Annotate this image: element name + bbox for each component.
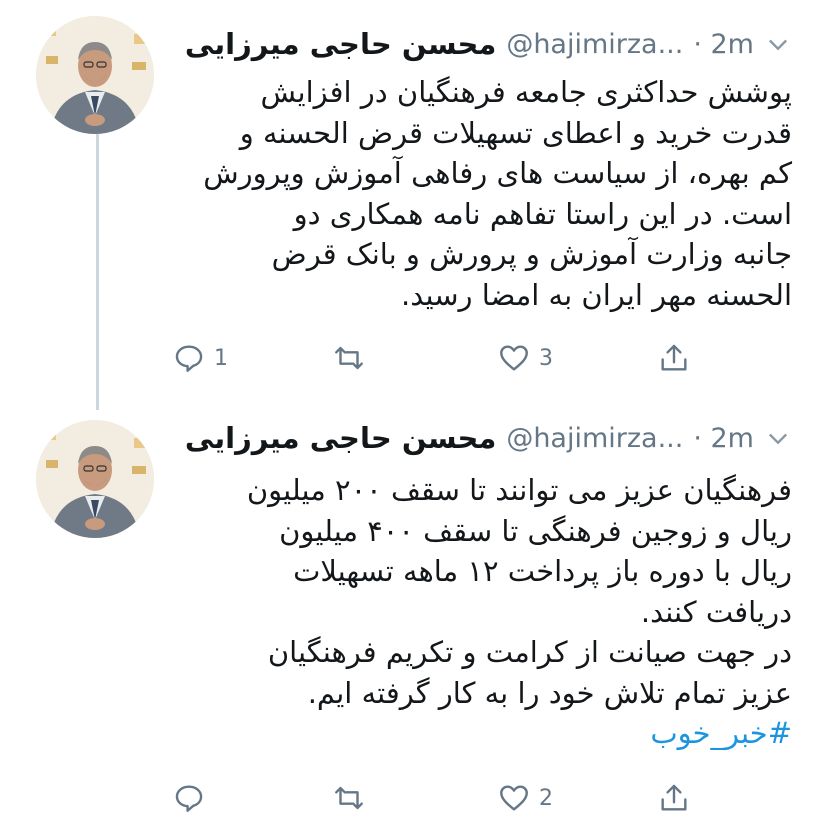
- reply-button[interactable]: 1: [172, 338, 228, 378]
- share-icon: [661, 344, 687, 371]
- tweet-actions: 2: [172, 778, 712, 818]
- heart-icon: [500, 345, 528, 371]
- share-icon: [661, 784, 687, 811]
- tweet-text-line: فرهنگیان عزیز می توانند تا سقف ۲۰۰ میلیو…: [246, 473, 792, 507]
- chevron-down-icon[interactable]: [764, 424, 792, 452]
- retweet-icon: [335, 346, 363, 370]
- reply-button[interactable]: [172, 778, 214, 818]
- like-count: 3: [539, 345, 553, 371]
- share-button[interactable]: [657, 778, 691, 818]
- reply-icon: [175, 785, 203, 812]
- display-name[interactable]: محسن حاجی میرزایی: [185, 421, 496, 455]
- tweet[interactable]: · 2m @hajimirza... محسن حاجی میرزایی فره…: [0, 410, 828, 826]
- chevron-down-icon[interactable]: [764, 30, 792, 58]
- like-button[interactable]: 2: [497, 778, 553, 818]
- like-count: 2: [539, 785, 553, 811]
- reply-count: 1: [214, 345, 228, 371]
- hashtag-link[interactable]: #خبر_خوب: [172, 713, 792, 754]
- tweet-text: فرهنگیان عزیز می توانند تا سقف ۲۰۰ میلیو…: [172, 470, 792, 754]
- tweet-text-line: عزیز تمام تلاش خود را به کار گرفته ایم.: [307, 675, 792, 710]
- avatar[interactable]: [36, 16, 154, 134]
- user-handle[interactable]: @hajimirza...: [506, 423, 683, 454]
- tweet-header: · 2m @hajimirza... محسن حاجی میرزایی: [185, 24, 792, 64]
- timestamp[interactable]: · 2m: [693, 423, 754, 454]
- tweet-header: · 2m @hajimirza... محسن حاجی میرزایی: [185, 418, 792, 458]
- tweet-text-line: جانبه وزارت آموزش و پرورش و بانک قرض: [271, 237, 792, 271]
- user-handle[interactable]: @hajimirza...: [506, 29, 683, 60]
- tweet-text-line: ریال با دوره باز پرداخت ۱۲ ماهه تسهیلات: [293, 554, 792, 588]
- retweet-button[interactable]: [332, 778, 374, 818]
- like-button[interactable]: 3: [497, 338, 553, 378]
- tweet-text-line: الحسنه مهر ایران به امضا رسید.: [401, 277, 792, 312]
- retweet-icon: [335, 786, 363, 810]
- tweet-text-line: دریافت کنند.: [640, 594, 792, 629]
- display-name[interactable]: محسن حاجی میرزایی: [185, 27, 496, 61]
- share-button[interactable]: [657, 338, 691, 378]
- timestamp[interactable]: · 2m: [693, 29, 754, 60]
- retweet-button[interactable]: [332, 338, 374, 378]
- heart-icon: [500, 785, 528, 811]
- tweet-actions: 1 3: [172, 338, 712, 378]
- tweet-text: پوشش حداکثری جامعه فرهنگیان در افزایش قد…: [172, 72, 792, 315]
- tweet-text-line: پوشش حداکثری جامعه فرهنگیان در افزایش: [260, 75, 792, 109]
- tweet-text-line: قدرت خرید و اعطای تسهیلات قرض الحسنه و: [239, 115, 792, 150]
- tweet-text-line: است. در این راستا تفاهم نامه همکاری دو: [293, 196, 792, 231]
- tweet[interactable]: · 2m @hajimirza... محسن حاجی میرزایی پوش…: [0, 0, 828, 410]
- reply-icon: [175, 345, 203, 372]
- avatar[interactable]: [36, 420, 154, 538]
- tweet-text-line: کم بهره، از سیاست های رفاهی آموزش وپرورش: [203, 156, 792, 190]
- tweet-text-line: ریال و زوجین فرهنگی تا سقف ۴۰۰ میلیون: [279, 513, 792, 548]
- tweet-text-line: در جهت صیانت از کرامت و تکریم فرهنگیان: [267, 635, 792, 669]
